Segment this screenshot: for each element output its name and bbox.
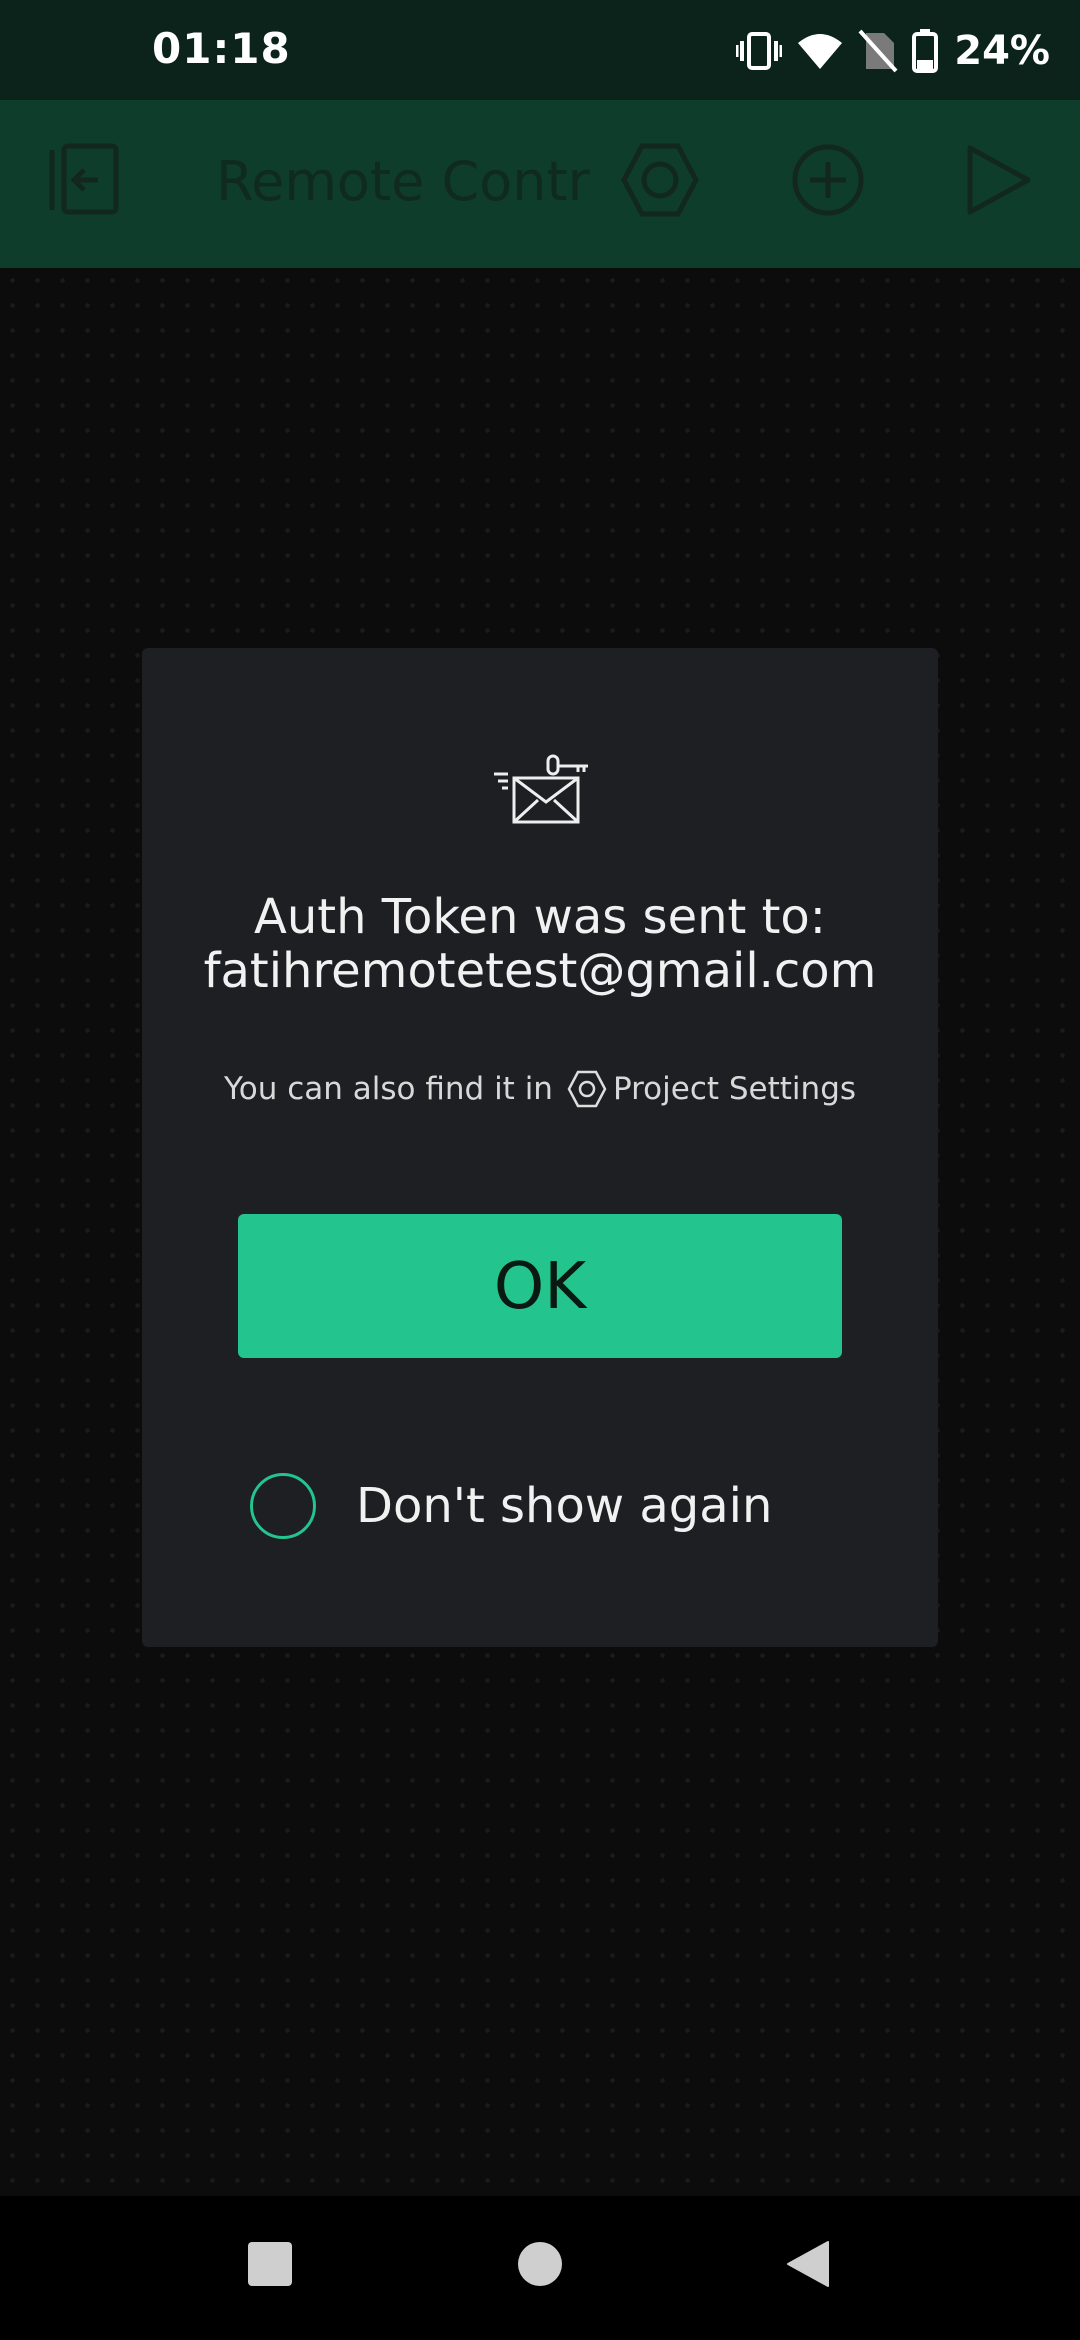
app-screen: 01:18 24% Remote Contr Auth Token was se… bbox=[0, 0, 1080, 2340]
status-icons: 24% bbox=[736, 26, 1050, 76]
dont-show-radio[interactable] bbox=[250, 1473, 316, 1539]
dialog-email: fatihremotetest@gmail.com bbox=[203, 943, 877, 999]
home-circle-icon[interactable] bbox=[516, 2240, 564, 2288]
play-icon[interactable] bbox=[958, 140, 1038, 220]
hint-prefix: You can also find it in bbox=[223, 1071, 553, 1107]
recents-square-icon[interactable] bbox=[246, 2240, 294, 2288]
app-toolbar: Remote Contr bbox=[0, 100, 1080, 268]
wifi-icon bbox=[798, 34, 843, 69]
status-time: 01:18 bbox=[152, 24, 291, 73]
dialog-title-line1: Auth Token was sent to: bbox=[254, 889, 826, 945]
auth-token-dialog: Auth Token was sent to: fatihremotetest@… bbox=[142, 648, 938, 1647]
status-bar: 01:18 24% bbox=[0, 0, 1080, 100]
email-key-icon bbox=[494, 754, 588, 824]
exit-project-icon[interactable] bbox=[46, 140, 126, 220]
add-widget-icon[interactable] bbox=[788, 140, 868, 220]
system-nav-bar bbox=[0, 2196, 1080, 2340]
dont-show-again-option[interactable]: Don't show again bbox=[250, 1466, 772, 1546]
no-sim-icon bbox=[858, 29, 898, 73]
vibrate-icon bbox=[736, 32, 783, 70]
project-title: Remote Contr bbox=[216, 150, 590, 213]
ok-button[interactable]: OK bbox=[238, 1214, 842, 1358]
battery-icon bbox=[912, 29, 939, 73]
settings-hexagon-icon bbox=[567, 1070, 607, 1108]
settings-hexagon-icon[interactable] bbox=[620, 140, 700, 220]
hint-project-settings: Project Settings bbox=[612, 1071, 857, 1107]
back-triangle-icon[interactable] bbox=[784, 2240, 832, 2288]
dialog-hint: You can also find it in Project Settings bbox=[142, 1070, 938, 1108]
battery-percent: 24% bbox=[954, 28, 1050, 74]
dialog-title: Auth Token was sent to: fatihremotetest@… bbox=[142, 890, 938, 998]
dont-show-label: Don't show again bbox=[356, 1478, 773, 1534]
